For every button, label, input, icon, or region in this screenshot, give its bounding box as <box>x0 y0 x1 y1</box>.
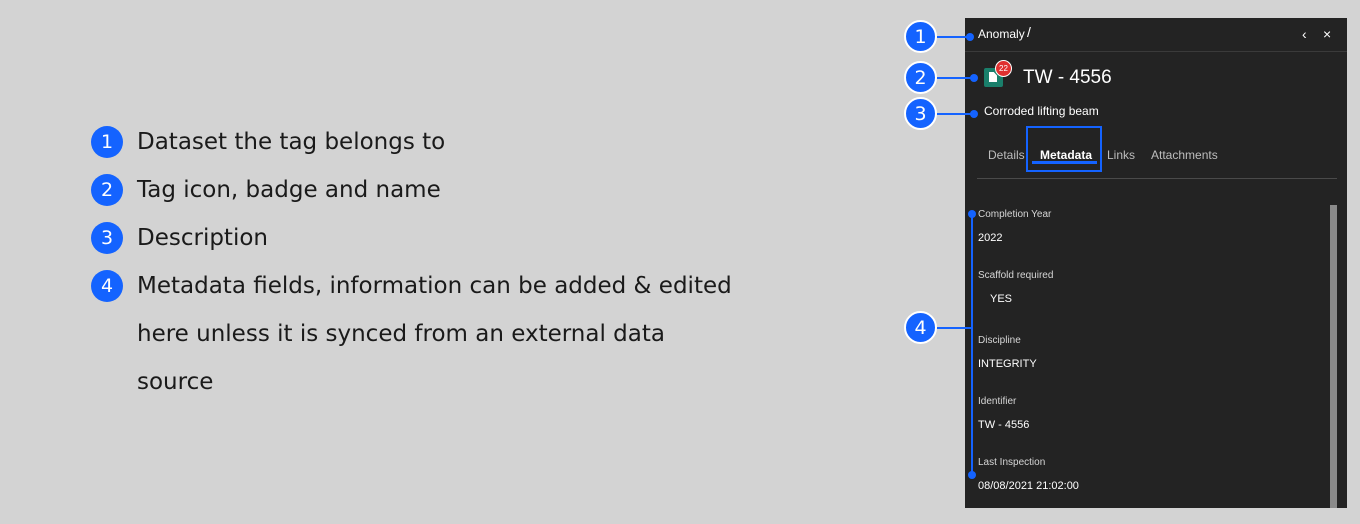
tag-name: TW - 4556 <box>1023 67 1112 88</box>
field-value[interactable]: TW - 4556 <box>978 419 1029 431</box>
tag-details-panel: Anomaly / ‹ × 22 TW - 4556 Corroded lift… <box>965 18 1347 508</box>
callout-line-1 <box>937 36 969 38</box>
legend-text: Metadata fields, information can be adde… <box>137 273 732 299</box>
field-value[interactable]: 2022 <box>978 232 1051 244</box>
metadata-field-identifier[interactable]: Identifier TW - 4556 <box>978 396 1029 431</box>
tab-links[interactable]: Links <box>1107 148 1135 162</box>
callout-1: 1 <box>904 20 937 53</box>
field-value[interactable]: YES <box>978 293 1053 305</box>
legend-number: 1 <box>91 126 123 158</box>
field-label: Completion Year <box>978 209 1052 220</box>
legend-text-continued: source <box>137 369 214 395</box>
tab-metadata[interactable]: Metadata <box>1040 148 1092 162</box>
breadcrumb-separator: / <box>1027 24 1031 40</box>
metadata-field-discipline[interactable]: Discipline INTEGRITY <box>978 335 1037 370</box>
panel-header: Anomaly / ‹ × <box>965 18 1347 52</box>
callout-bracket-4 <box>971 213 973 476</box>
legend-item-1: 1 Dataset the tag belongs to <box>91 126 445 158</box>
field-value[interactable]: 08/08/2021 21:02:00 <box>978 480 1079 492</box>
legend-text: Dataset the tag belongs to <box>137 129 446 155</box>
field-label: Scaffold required <box>978 270 1054 281</box>
metadata-field-last-inspection[interactable]: Last Inspection 08/08/2021 21:02:00 <box>978 457 1079 492</box>
field-label: Identifier <box>978 396 1017 407</box>
field-label: Discipline <box>978 335 1021 346</box>
tab-details[interactable]: Details <box>988 148 1025 162</box>
callout-line-3 <box>937 113 973 115</box>
legend-text: Description <box>137 225 268 251</box>
legend-text: Tag icon, badge and name <box>137 177 441 203</box>
callout-dot-3 <box>970 110 978 118</box>
legend: 1 Dataset the tag belongs to 2 Tag icon,… <box>0 0 780 524</box>
legend-item-2: 2 Tag icon, badge and name <box>91 174 441 206</box>
metadata-field-scaffold-required[interactable]: Scaffold required YES <box>978 270 1053 305</box>
callout-dot-1 <box>966 33 974 41</box>
legend-number: 4 <box>91 270 123 302</box>
tab-bar: Details Metadata Links Attachments <box>977 126 1337 179</box>
callout-line-4 <box>937 327 972 329</box>
tag-description: Corroded lifting beam <box>984 104 1099 118</box>
legend-number: 3 <box>91 222 123 254</box>
field-label: Last Inspection <box>978 457 1046 468</box>
chevron-left-icon[interactable]: ‹ <box>1302 25 1307 43</box>
field-value[interactable]: INTEGRITY <box>978 358 1037 370</box>
legend-item-3: 3 Description <box>91 222 268 254</box>
close-icon[interactable]: × <box>1323 25 1331 43</box>
callout-dot-4-bottom <box>968 471 976 479</box>
tag-badge: 22 <box>995 60 1012 77</box>
callout-dot-4-top <box>968 210 976 218</box>
legend-item-4: 4 Metadata fields, information can be ad… <box>91 270 732 302</box>
tab-attachments[interactable]: Attachments <box>1151 148 1218 162</box>
metadata-field-completion-year[interactable]: Completion Year 2022 <box>978 209 1051 244</box>
callout-2: 2 <box>904 61 937 94</box>
callout-3: 3 <box>904 97 937 130</box>
legend-number: 2 <box>91 174 123 206</box>
callout-4: 4 <box>904 311 937 344</box>
scrollbar[interactable] <box>1330 205 1337 508</box>
callout-dot-2 <box>970 74 978 82</box>
legend-text-continued: here unless it is synced from an externa… <box>137 321 665 347</box>
callout-line-2 <box>937 77 973 79</box>
tab-active-indicator <box>1032 161 1097 164</box>
breadcrumb-dataset[interactable]: Anomaly <box>978 27 1025 41</box>
